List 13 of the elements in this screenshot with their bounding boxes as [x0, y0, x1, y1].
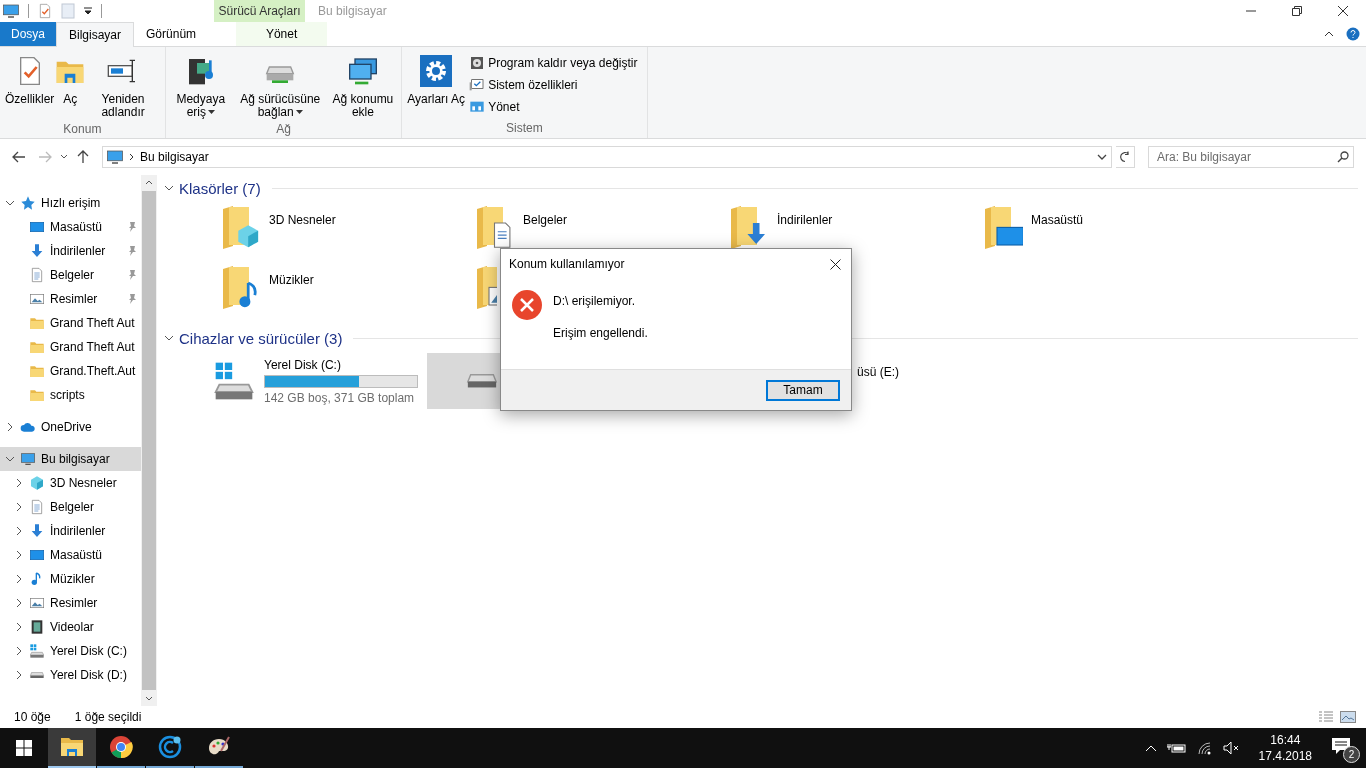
group-label: Konum [62, 121, 103, 138]
error-message: D:\ erişilemiyor. [553, 294, 636, 308]
section-title: Klasörler (7) [179, 179, 261, 197]
drive-label: üsü (E:) [857, 365, 899, 379]
error-detail: Erişim engellendi. [553, 326, 648, 340]
group-label: Sistem [505, 120, 544, 137]
selection-count: 1 öğe seçildi [74, 710, 142, 724]
group-label: Ağ [275, 121, 292, 138]
window-title: Bu bilgisayar [317, 3, 388, 20]
dialog-title: Konum kullanılamıyor [509, 257, 625, 271]
context-tab-group: Sürücü Araçları [214, 0, 305, 22]
section-title: Cihazlar ve sürücüler (3) [179, 329, 343, 347]
item-count: 10 öğe [14, 710, 51, 724]
